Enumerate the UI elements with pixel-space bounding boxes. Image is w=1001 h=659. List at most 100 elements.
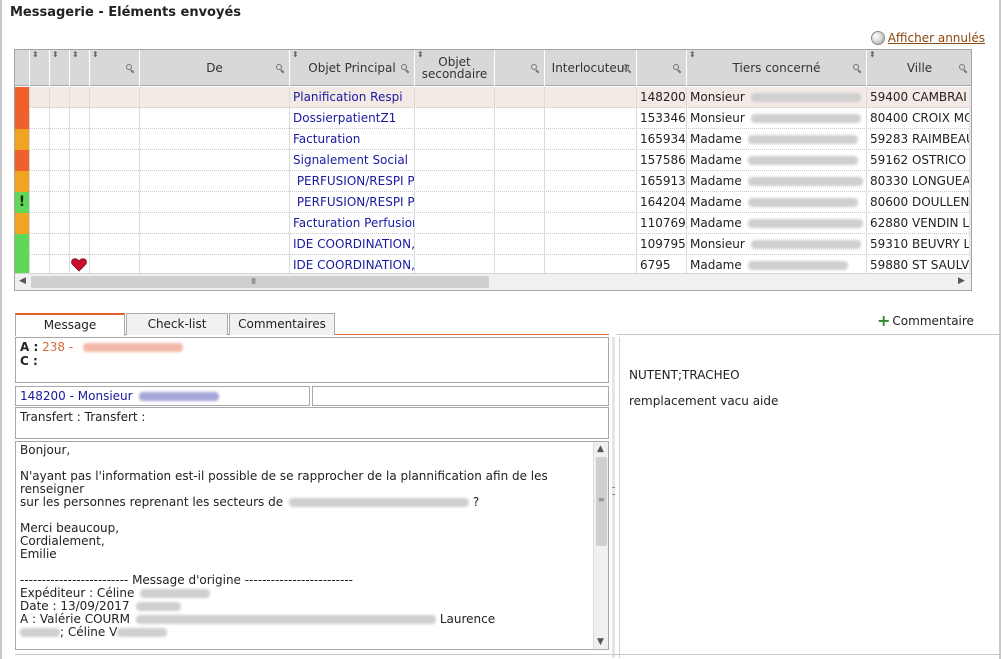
column-header-flag1[interactable]: ⬍ xyxy=(30,50,50,86)
body-line: Merci beaucoup, xyxy=(20,521,120,535)
table-row[interactable]: Planification Respi 148200 Monsieur 5940… xyxy=(15,87,971,108)
message-vertical-scrollbar[interactable]: ▲ ≡ ▼ xyxy=(593,442,608,649)
radio-circle-icon[interactable] xyxy=(870,31,885,45)
filter-search-icon[interactable] xyxy=(623,64,632,74)
tab-commentaires[interactable]: Commentaires xyxy=(229,313,335,335)
filter-search-icon[interactable] xyxy=(276,64,285,74)
column-header-priority[interactable] xyxy=(15,50,30,86)
objet-principal-cell[interactable]: PERFUSION/RESPI P xyxy=(290,192,415,213)
scroll-up-icon[interactable]: ▲ xyxy=(597,444,604,454)
ville-cell: 80400 CROIX MO xyxy=(867,108,971,129)
blank-cell xyxy=(495,108,545,129)
objet-principal-cell[interactable]: Signalement Social xyxy=(290,150,415,171)
from-cell xyxy=(140,87,290,108)
add-comment-label: Commentaire xyxy=(892,314,974,328)
scroll-left-icon[interactable]: ◀ xyxy=(19,276,26,286)
priority-cell xyxy=(15,87,30,108)
objet-secondaire-cell xyxy=(415,150,495,171)
scroll-thumb[interactable]: ≡ xyxy=(596,457,607,546)
column-header-tiers[interactable]: ⬍ Tiers concerné xyxy=(687,50,867,86)
priority-cell xyxy=(15,150,30,171)
column-label: Objet Principal xyxy=(308,61,396,75)
redacted-name xyxy=(747,177,863,186)
column-header-code[interactable] xyxy=(637,50,687,86)
column-header-blank[interactable] xyxy=(495,50,545,86)
page-title: Messagerie - Eléments envoyés xyxy=(10,5,242,20)
table-row[interactable]: Signalement Social 157586 Madame 59162 O… xyxy=(15,150,971,171)
tab-message[interactable]: Message xyxy=(15,313,125,336)
tiers-box: 148200 - Monsieur xyxy=(15,386,310,406)
message-tabs: Message Check-list Commentaires xyxy=(15,313,609,336)
objet-principal-cell[interactable]: Planification Respi xyxy=(290,87,415,108)
column-header-interlocuteur[interactable]: Interlocuteur xyxy=(545,50,637,86)
flag-cell xyxy=(50,213,70,234)
code-cell: 110769 xyxy=(637,213,687,234)
message-body-text: Bonjour, N'ayant pas l'information est-i… xyxy=(20,444,592,639)
interlocuteur-cell xyxy=(545,150,637,171)
table-row[interactable]: IDE COORDINATION, 109795 Monsieur 59310 … xyxy=(15,234,971,255)
scroll-thumb[interactable]: III xyxy=(31,276,489,288)
grid-header: ⬍ ⬍ ⬍ ⬍ De ⬍ Objet Principal ⬍ Objet secon… xyxy=(15,50,971,86)
scroll-down-icon[interactable]: ▼ xyxy=(597,637,604,647)
column-header-objet-secondaire[interactable]: ⬍ Objet secondaire xyxy=(415,50,495,86)
redacted-name xyxy=(117,628,168,637)
divider xyxy=(619,337,620,658)
grid-body: Planification Respi 148200 Monsieur 5940… xyxy=(15,87,971,276)
filter-search-icon[interactable] xyxy=(959,64,968,74)
objet-principal-cell[interactable]: IDE COORDINATION, xyxy=(290,234,415,255)
body-line: ; Céline V xyxy=(60,625,118,639)
filter-search-icon[interactable] xyxy=(853,64,862,74)
tiers-link[interactable]: 148200 - Monsieur xyxy=(20,389,133,403)
ville-cell: 80600 DOULLENS xyxy=(867,192,971,213)
table-row[interactable]: PERFUSION/RESPI P 165913 Madame 80330 LO… xyxy=(15,171,971,192)
flag-cell xyxy=(70,129,90,150)
blank-cell xyxy=(495,213,545,234)
table-row[interactable]: Facturation 165934 Madame 59283 RAIMBEAU xyxy=(15,129,971,150)
column-header-ville[interactable]: ⬍ Ville xyxy=(867,50,971,86)
column-label: Interlocuteur xyxy=(551,61,630,75)
column-label: De xyxy=(206,61,223,75)
splitter-grip-icon[interactable] xyxy=(612,487,615,495)
column-header-flag2[interactable]: ⬍ xyxy=(50,50,70,86)
scroll-right-icon[interactable]: ▶ xyxy=(958,276,965,286)
objet-principal-cell[interactable]: DossierpatientZ1 xyxy=(290,108,415,129)
table-row[interactable]: DossierpatientZ1 153346 Monsieur 80400 C… xyxy=(15,108,971,129)
flag-cell xyxy=(50,87,70,108)
objet-principal-cell[interactable]: PERFUSION/RESPI P xyxy=(290,171,415,192)
scroll-grip: III xyxy=(251,277,256,286)
column-header-attach[interactable]: ⬍ xyxy=(90,50,140,86)
body-line: N'ayant pas l'information est-il possibl… xyxy=(20,469,548,496)
priority-cell xyxy=(15,129,30,150)
objet-principal-cell[interactable]: Facturation xyxy=(290,129,415,150)
filter-search-icon[interactable] xyxy=(673,64,682,74)
redacted-name xyxy=(138,392,219,401)
flag-cell xyxy=(30,150,50,171)
tab-check-list[interactable]: Check-list xyxy=(126,313,228,335)
column-header-de[interactable]: De xyxy=(140,50,290,86)
flag-cell xyxy=(50,150,70,171)
grid-horizontal-scrollbar[interactable]: ◀ III ▶ xyxy=(15,273,971,290)
filter-search-icon[interactable] xyxy=(531,64,540,74)
grid-vertical-scrollbar[interactable] xyxy=(969,87,971,273)
civilite: Madame xyxy=(690,174,742,188)
body-line: Date : 13/09/2017 xyxy=(20,599,130,613)
table-row[interactable]: ! PERFUSION/RESPI P 164204 Madame 80600 … xyxy=(15,192,971,213)
message-body[interactable]: Bonjour, N'ayant pas l'information est-i… xyxy=(15,441,609,650)
filter-search-icon[interactable] xyxy=(126,64,135,74)
attach-cell xyxy=(90,234,140,255)
panel-splitter[interactable] xyxy=(612,337,615,658)
show-cancelled-toggle[interactable]: Afficher annulés xyxy=(870,31,985,45)
plus-icon: + xyxy=(877,311,891,330)
add-comment-button[interactable]: + Commentaire xyxy=(877,311,974,330)
objet-principal-cell[interactable]: Facturation Perfusion xyxy=(290,213,415,234)
column-header-objet-principal[interactable]: ⬍ Objet Principal xyxy=(290,50,415,86)
body-line: ? xyxy=(472,495,480,509)
table-row[interactable]: Facturation Perfusion 110769 Madame 6288… xyxy=(15,213,971,234)
civilite: Madame xyxy=(690,132,742,146)
filter-search-icon[interactable] xyxy=(401,64,410,74)
column-header-flag3[interactable]: ⬍ xyxy=(70,50,90,86)
to-value[interactable]: 238 - xyxy=(42,340,77,354)
ville-cell: 59310 BEUVRY L xyxy=(867,234,971,255)
show-cancelled-link[interactable]: Afficher annulés xyxy=(888,31,985,45)
attach-cell xyxy=(90,150,140,171)
